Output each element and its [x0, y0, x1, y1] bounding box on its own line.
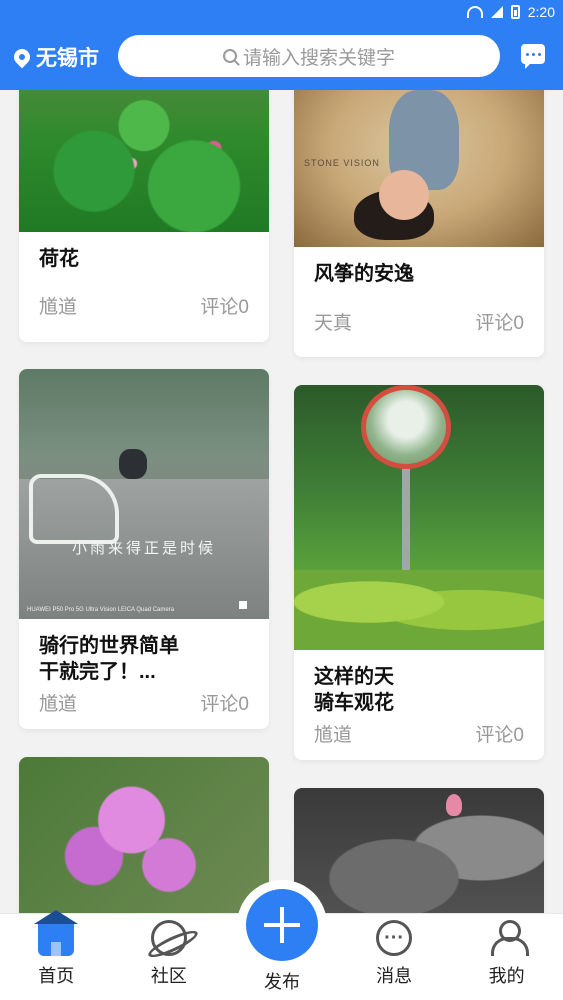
- camera-watermark: HUAWEI P50 Pro 5G Ultra Vision LEICA Qua…: [27, 607, 175, 613]
- image-watermark: STONE VISION: [304, 158, 380, 168]
- post-card[interactable]: STONE VISION 风筝的安逸 天真 评论0: [294, 90, 544, 357]
- nav-publish-label: 发布: [264, 972, 300, 992]
- post-author: 天真: [314, 313, 353, 334]
- search-placeholder: 请输入搜索关键字: [242, 47, 395, 69]
- chat-bubble-icon: [376, 920, 413, 956]
- status-bar: 2:20: [466, 0, 563, 24]
- search-input[interactable]: 请输入搜索关键字: [118, 35, 500, 77]
- wifi-icon: [466, 6, 483, 18]
- nav-mine-label: 我的: [488, 966, 525, 986]
- post-card[interactable]: 小雨来得正是时候 HUAWEI P50 Pro 5G Ultra Vision …: [19, 369, 269, 729]
- location-pin-icon: [10, 45, 34, 69]
- post-image: [19, 90, 269, 232]
- post-title: 风筝的安逸: [314, 263, 414, 285]
- location-label: 无锡市: [36, 47, 99, 70]
- post-card[interactable]: 这样的天 骑车观花 馗道 评论0: [294, 385, 544, 760]
- home-icon: [34, 910, 79, 956]
- post-author: 馗道: [39, 297, 78, 318]
- user-icon: [489, 920, 529, 956]
- top-header: 2:20 无锡市 请输入搜索关键字: [0, 0, 563, 90]
- status-time: 2:20: [527, 4, 555, 20]
- signal-icon: [490, 6, 503, 18]
- nav-messages[interactable]: 消息: [338, 914, 451, 1000]
- nav-community-label: 社区: [150, 966, 187, 986]
- planet-icon: [150, 920, 187, 956]
- post-comments: 评论0: [475, 313, 524, 334]
- post-title: 骑行的世界简单 干就完了！...: [39, 635, 179, 683]
- post-image: [19, 757, 269, 913]
- nav-home[interactable]: 首页: [0, 910, 113, 1000]
- speaker-icon: [239, 601, 247, 609]
- search-icon: [222, 49, 237, 63]
- nav-mine[interactable]: 我的: [450, 914, 563, 1000]
- post-author: 馗道: [314, 725, 353, 746]
- battery-icon: [510, 5, 520, 19]
- nav-messages-label: 消息: [376, 966, 413, 986]
- post-feed[interactable]: 荷花 馗道 评论0 STONE VISION 风筝的安逸 天真 评论0 小雨来得…: [0, 90, 563, 913]
- post-card[interactable]: 荷花 馗道 评论0: [19, 90, 269, 342]
- message-icon[interactable]: [521, 44, 545, 69]
- post-title: 荷花: [39, 248, 79, 270]
- image-caption: 小雨来得正是时候: [71, 540, 216, 557]
- nav-home-label: 首页: [38, 966, 75, 986]
- post-image: [294, 788, 544, 913]
- location-selector[interactable]: 无锡市: [10, 42, 99, 72]
- publish-button[interactable]: [246, 889, 318, 961]
- post-image: 小雨来得正是时候 HUAWEI P50 Pro 5G Ultra Vision …: [19, 369, 269, 619]
- post-image: [294, 385, 544, 650]
- post-card[interactable]: [19, 757, 269, 913]
- post-comments: 评论0: [475, 725, 524, 746]
- post-comments: 评论0: [200, 694, 249, 715]
- post-card[interactable]: [294, 788, 544, 913]
- post-comments: 评论0: [200, 297, 249, 318]
- post-title: 这样的天 骑车观花: [314, 666, 394, 714]
- post-image: STONE VISION: [294, 90, 544, 247]
- nav-community[interactable]: 社区: [113, 914, 226, 1000]
- post-author: 馗道: [39, 694, 78, 715]
